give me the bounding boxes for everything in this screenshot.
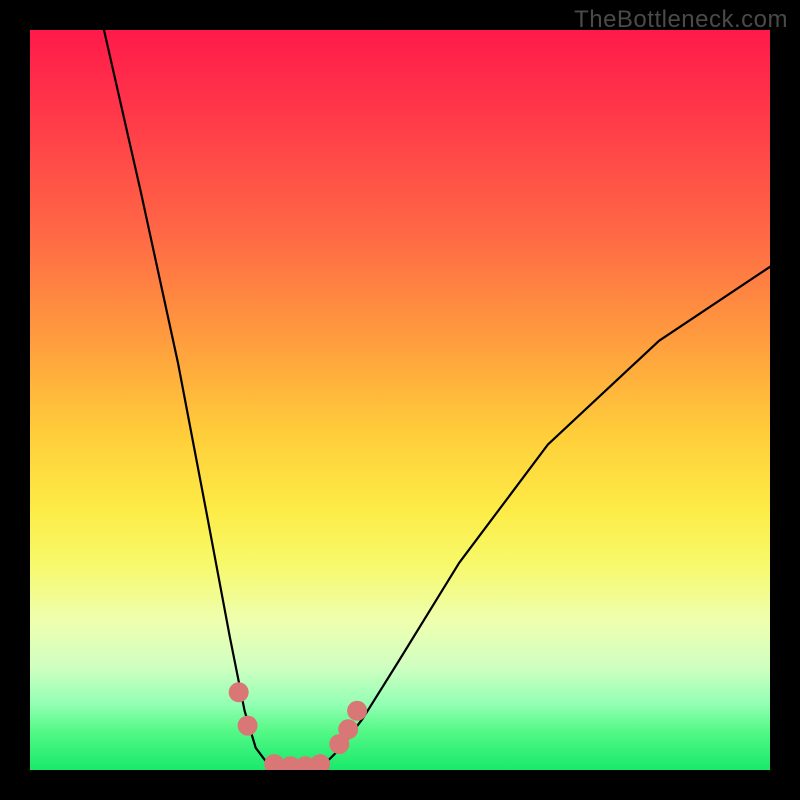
chart-frame: TheBottleneck.com <box>0 0 800 800</box>
watermark-text: TheBottleneck.com <box>574 6 788 34</box>
gradient-background <box>30 30 770 770</box>
